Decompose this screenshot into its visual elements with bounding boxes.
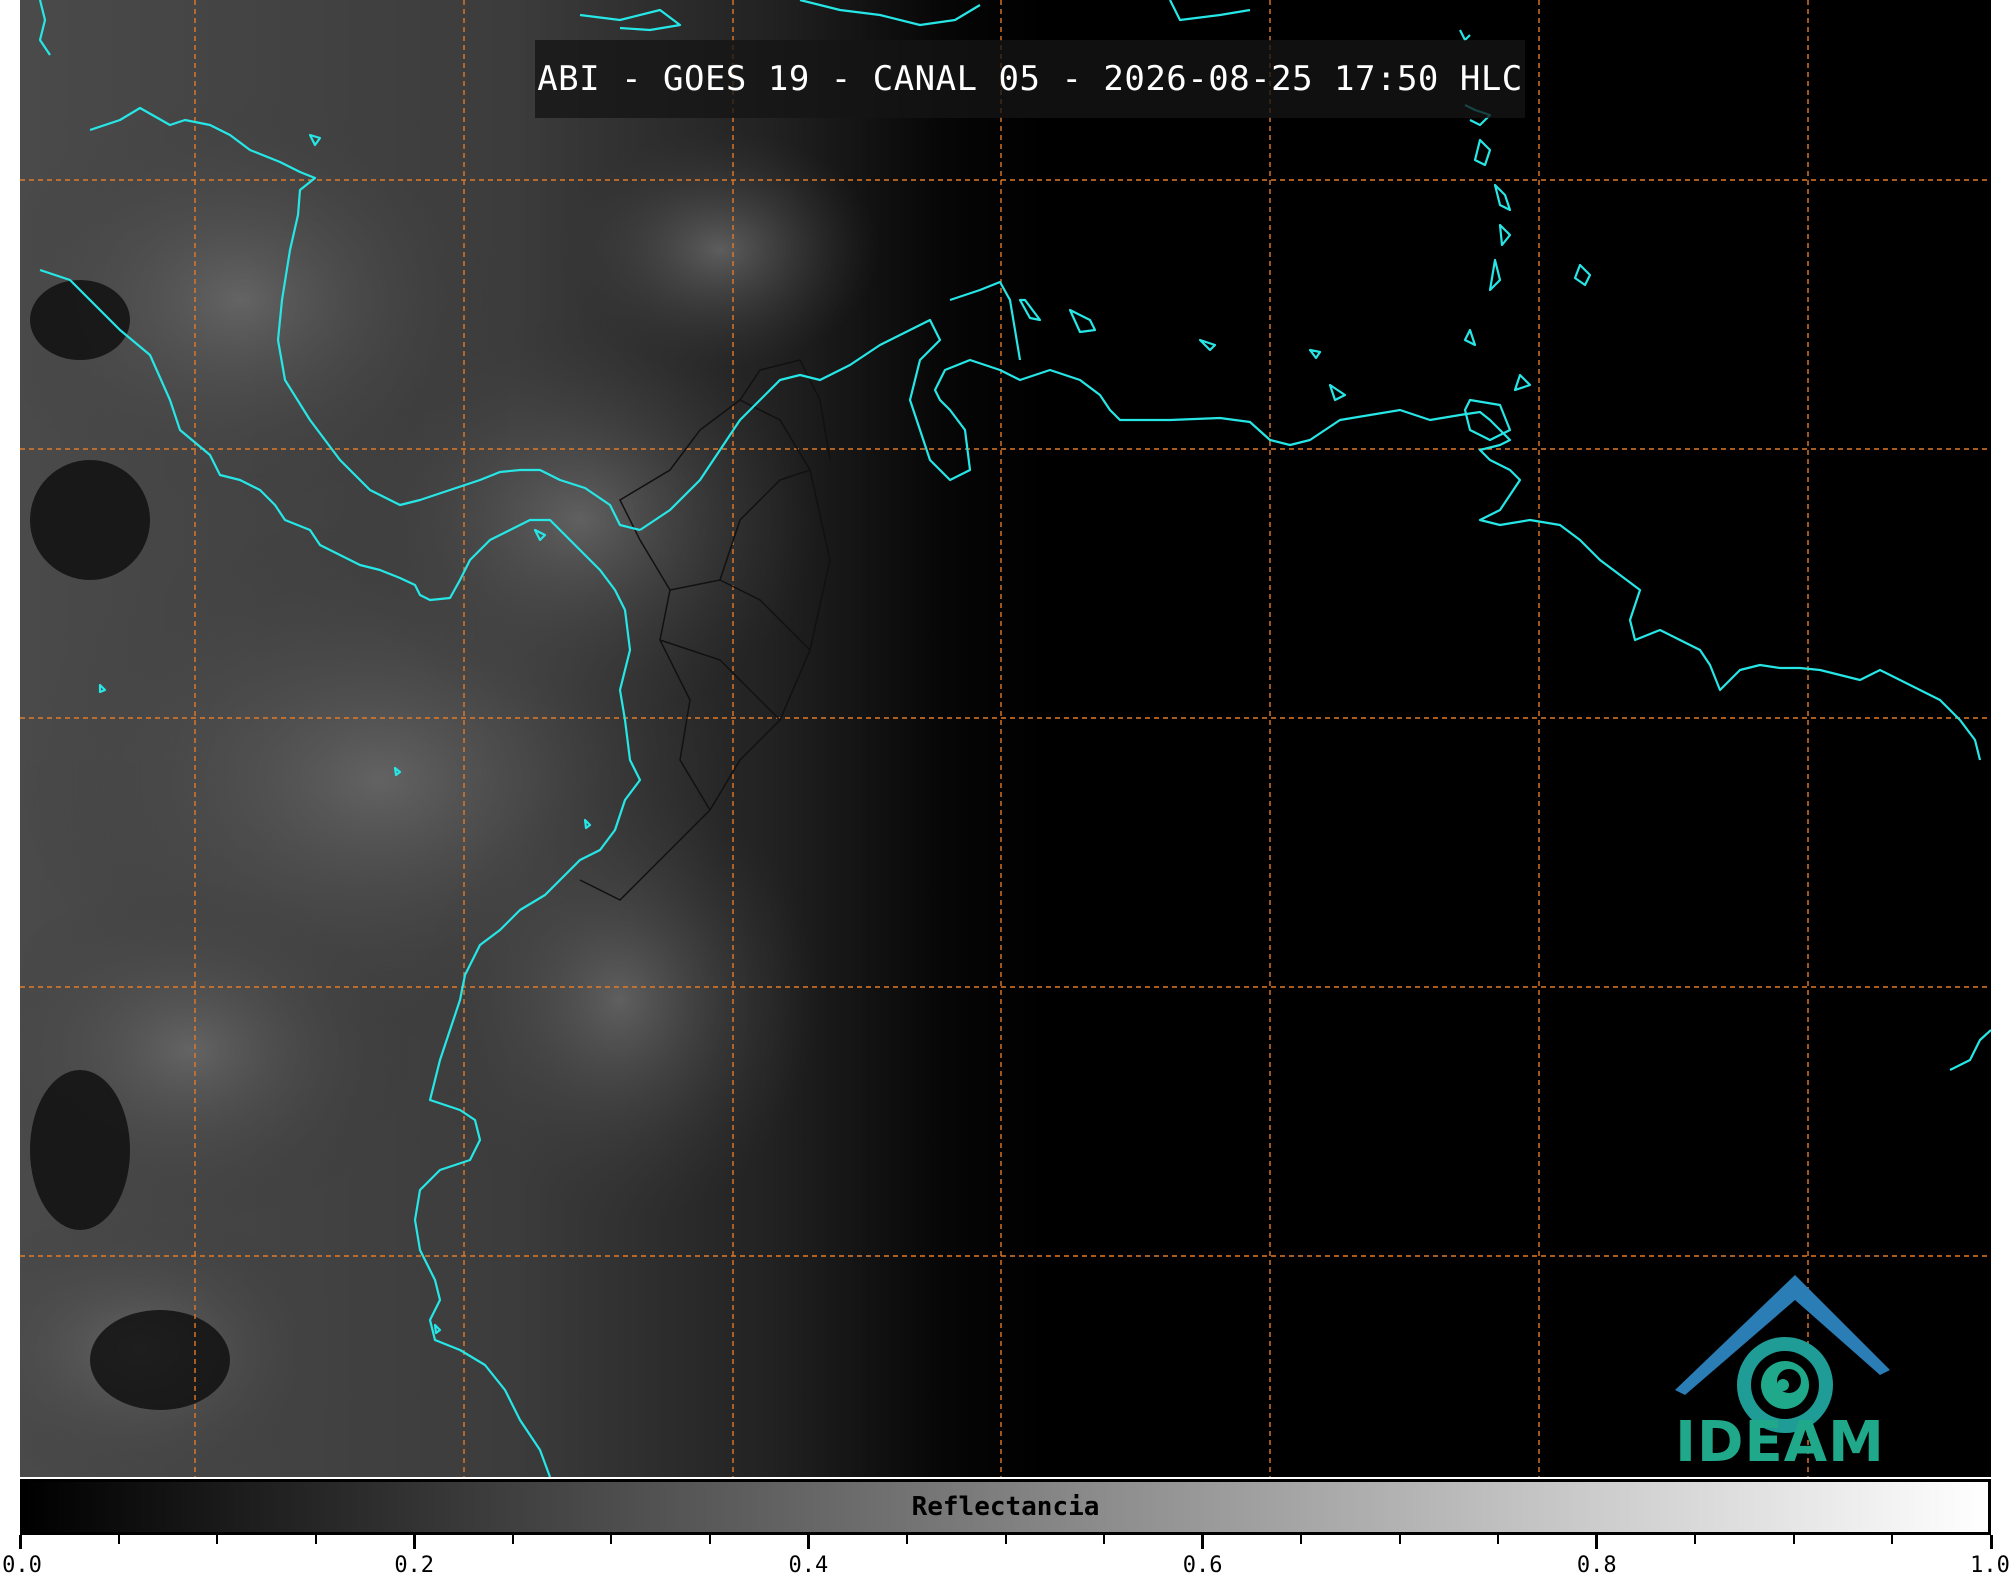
colorbar-minor-tick (1004, 1535, 1007, 1544)
colorbar-minor-tick (1103, 1535, 1106, 1544)
colorbar-minor-tick (1891, 1535, 1894, 1544)
satellite-map[interactable]: ABI - GOES 19 - CANAL 05 - 2026-08-25 17… (20, 0, 1991, 1477)
colorbar-label: Reflectancia (911, 1492, 1100, 1522)
colorbar-major-tick (18, 1535, 22, 1549)
colorbar-tick-label: 1.0 (1970, 1553, 2010, 1578)
colorbar-minor-tick (1694, 1535, 1697, 1544)
colorbar-minor-tick (905, 1535, 908, 1544)
colorbar-major-tick (1595, 1535, 1599, 1549)
map-title: ABI - GOES 19 - CANAL 05 - 2026-08-25 17… (537, 59, 1523, 99)
colorbar-major-tick (1989, 1535, 1993, 1549)
colorbar-minor-tick (511, 1535, 514, 1544)
colorbar-ticks: 0.0 0.2 0.4 0.6 0.8 1.0 (0, 1535, 2011, 1578)
colorbar-minor-tick (117, 1535, 120, 1544)
colorbar-tick-label: 0.0 (2, 1553, 42, 1578)
colorbar-tick-label: 0.4 (788, 1553, 829, 1578)
colorbar-tick-label: 0.8 (1576, 1553, 1617, 1578)
colorbar-minor-tick (216, 1535, 219, 1544)
colorbar-major-tick (412, 1535, 416, 1549)
colorbar-tick-label: 0.6 (1182, 1553, 1223, 1578)
title-box: ABI - GOES 19 - CANAL 05 - 2026-08-25 17… (535, 40, 1525, 118)
colorbar-minor-tick (1792, 1535, 1795, 1544)
colorbar-minor-tick (1300, 1535, 1303, 1544)
colorbar-tick-label: 0.2 (394, 1553, 435, 1578)
colorbar-major-tick (1201, 1535, 1205, 1549)
colorbar-minor-tick (1497, 1535, 1500, 1544)
colorbar: Reflectancia (20, 1479, 1991, 1535)
colorbar-minor-tick (1398, 1535, 1401, 1544)
colorbar-minor-tick (610, 1535, 613, 1544)
colorbar-minor-tick (314, 1535, 317, 1544)
ideam-logo-text: IDEAM (1675, 1410, 1885, 1475)
ideam-logo: IDEAM (1665, 1250, 1895, 1475)
colorbar-major-tick (806, 1535, 810, 1549)
colorbar-minor-tick (708, 1535, 711, 1544)
